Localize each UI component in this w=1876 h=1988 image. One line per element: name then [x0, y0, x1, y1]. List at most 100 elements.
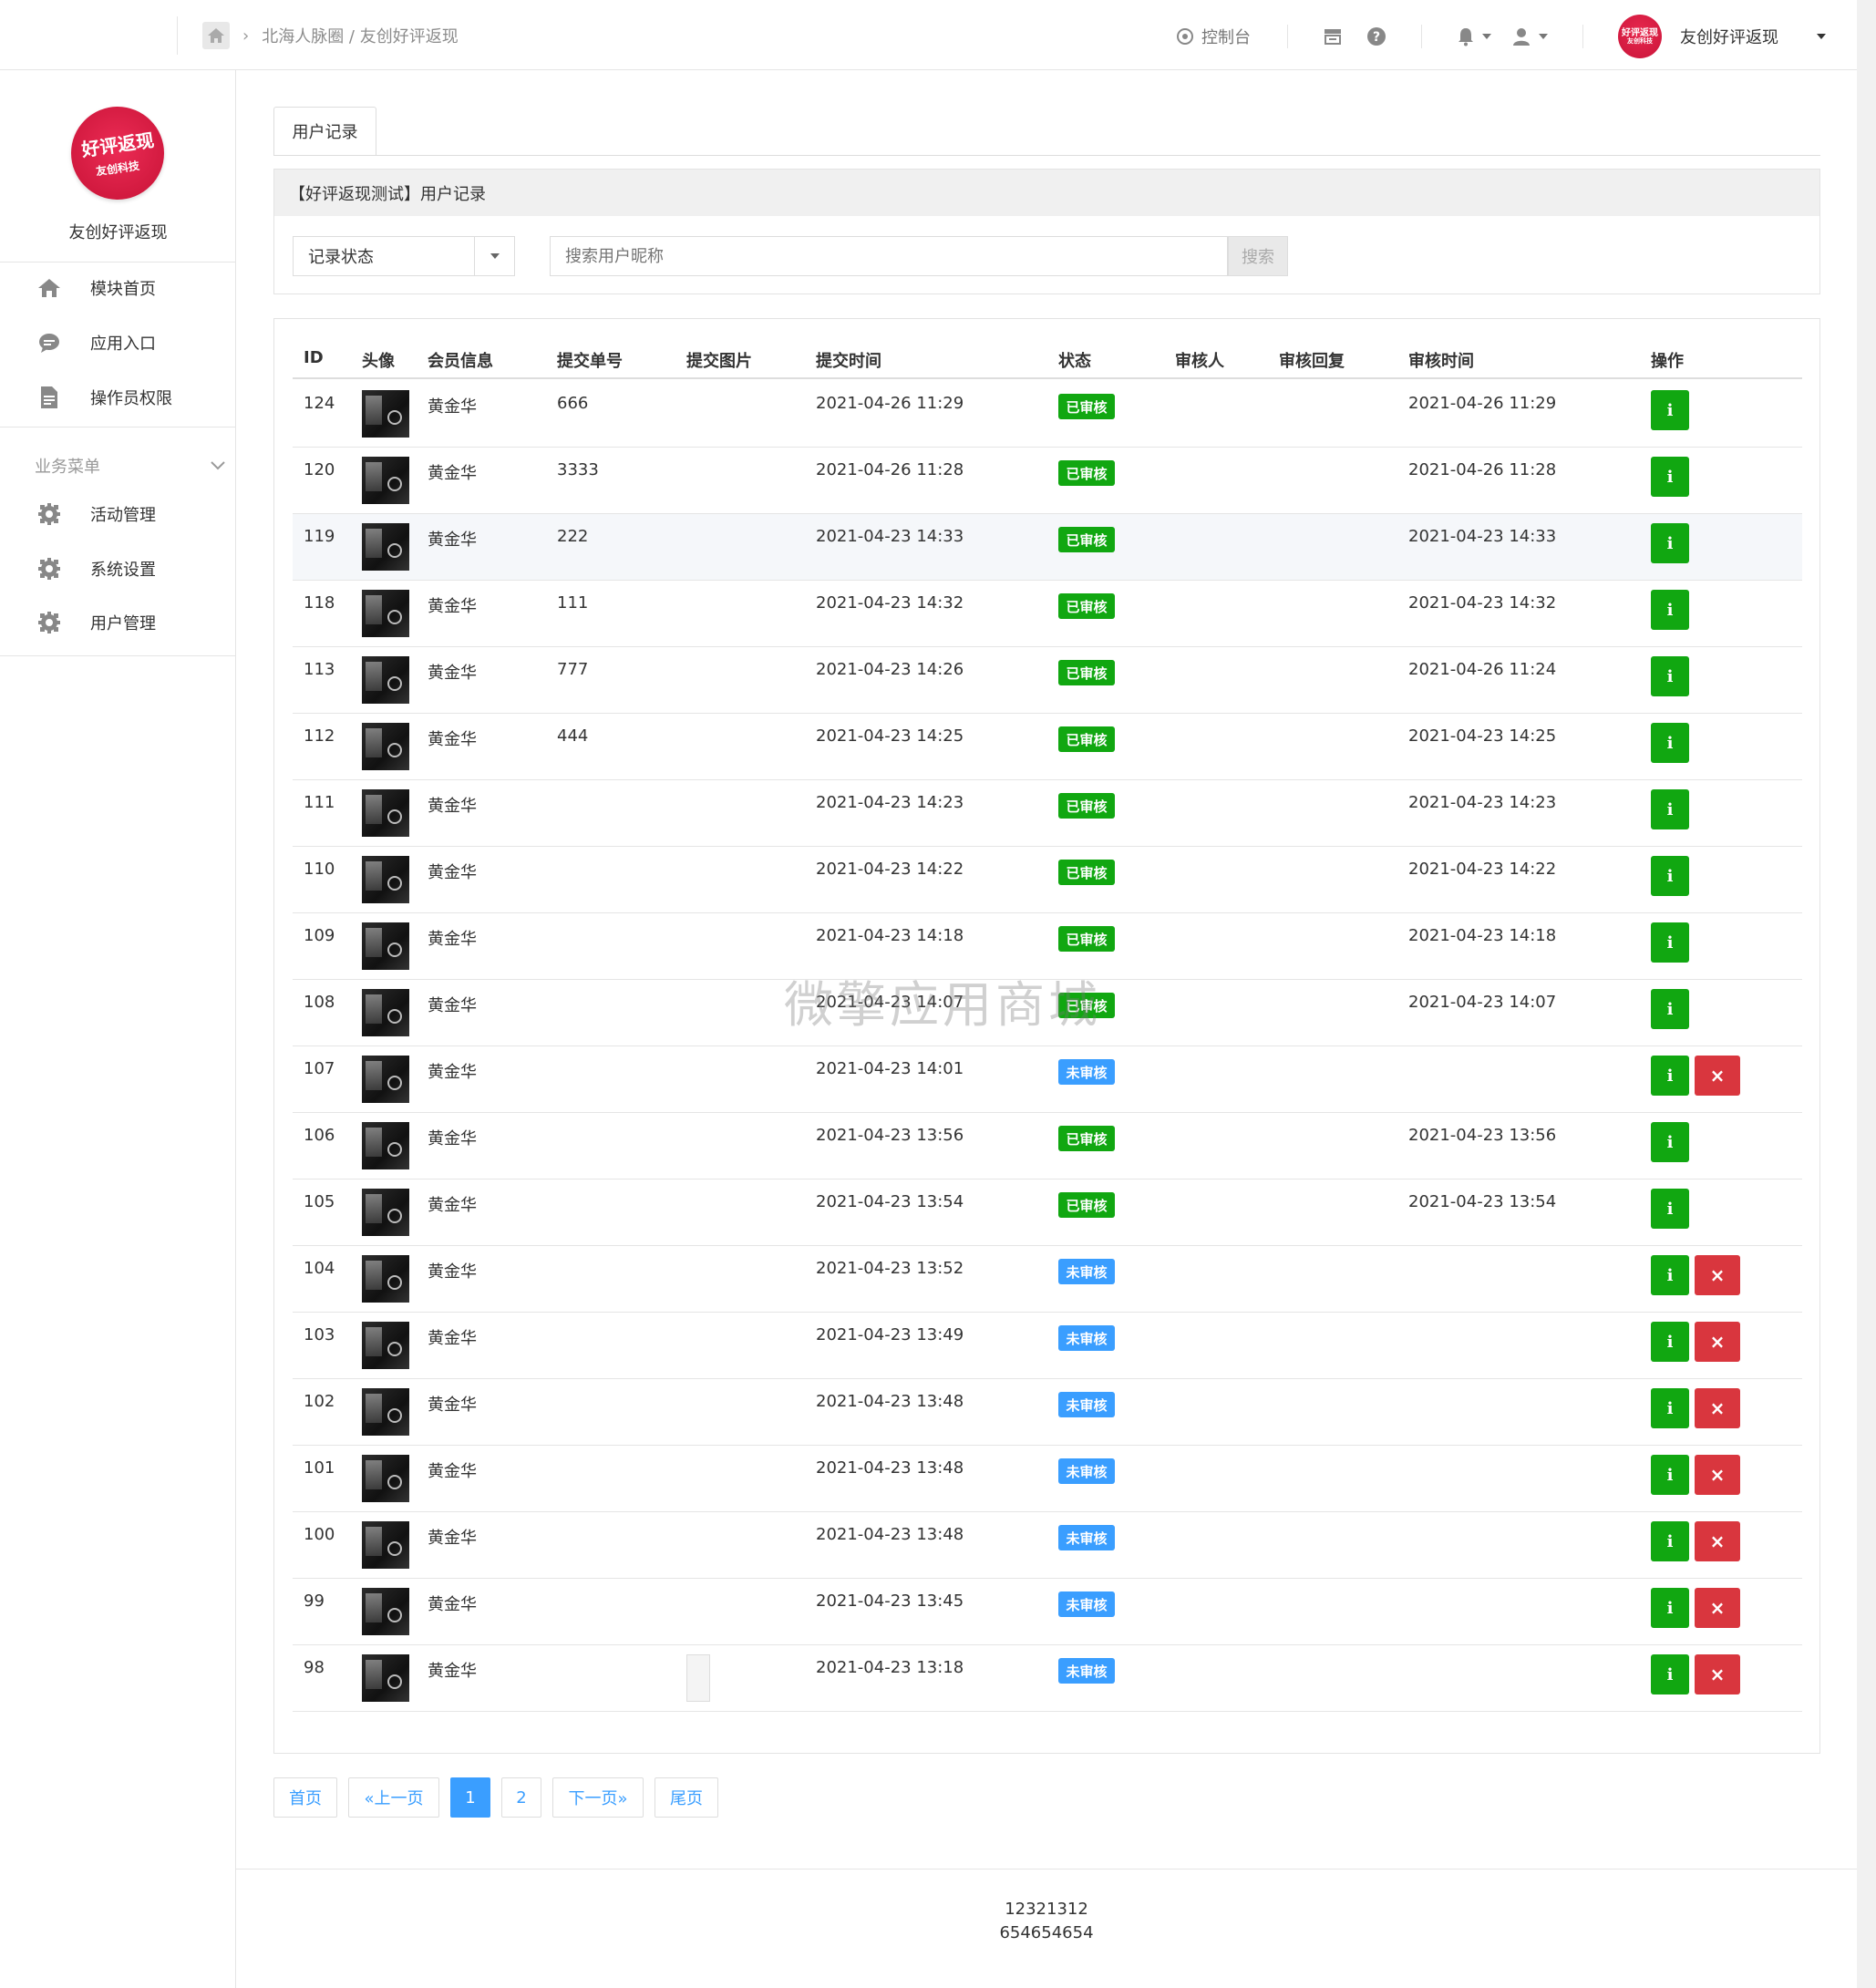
cell-review-time: 2021-04-23 14:07 [1408, 993, 1557, 1012]
tab-user-records[interactable]: 用户记录 [273, 107, 376, 156]
cell-member: 黄金华 [428, 530, 477, 550]
info-button[interactable]: i [1651, 1056, 1689, 1096]
cell-review-time: 2021-04-26 11:28 [1408, 460, 1557, 479]
status-select[interactable]: 记录状态 [293, 236, 515, 276]
delete-button[interactable]: × [1695, 1654, 1740, 1694]
cell-submit-time: 2021-04-26 11:28 [816, 460, 964, 479]
table-row: 106 黄金华 2021-04-23 13:56 已审核 2021-04-23 13:5… [293, 1113, 1802, 1179]
cell-submit-time: 2021-04-23 14:32 [816, 593, 964, 613]
cell-member: 黄金华 [428, 1262, 477, 1282]
caret-down-icon [1482, 34, 1491, 39]
user-icon [1513, 28, 1530, 46]
user-dropdown[interactable] [1511, 18, 1548, 55]
cell-member: 黄金华 [428, 1396, 477, 1415]
app-logo: 好评返现 友创科技 [71, 107, 164, 200]
page-last-button[interactable]: 尾页 [655, 1777, 718, 1818]
sidebar-item-user-management[interactable]: 用户管理 [36, 604, 156, 641]
page-1-button[interactable]: 1 [450, 1777, 490, 1818]
info-button[interactable]: i [1651, 1255, 1689, 1295]
table-row: 119 黄金华 222 2021-04-23 14:33 已审核 2021-04-23 1… [293, 514, 1802, 581]
cell-member: 黄金华 [428, 996, 477, 1015]
cell-review-time: 2021-04-23 14:18 [1408, 926, 1557, 945]
cell-order: 777 [557, 660, 589, 679]
sidebar-item-app-entry[interactable]: 应用入口 [36, 324, 156, 361]
info-button[interactable]: i [1651, 1122, 1689, 1162]
account-dropdown[interactable]: 好评返现 友创科技 友创好评返现 [1618, 15, 1826, 58]
sidebar-item-operator-permissions[interactable]: 操作员权限 [36, 379, 172, 416]
table-row: 104 黄金华 2021-04-23 13:52 未审核 i × [293, 1246, 1802, 1313]
search-button[interactable]: 搜索 [1228, 236, 1288, 276]
info-button[interactable]: i [1651, 922, 1689, 963]
search-input[interactable] [550, 236, 1228, 276]
breadcrumb: › 北海人脉圈 / 友创好评返现 [202, 22, 459, 49]
sidebar-item-module-home[interactable]: 模块首页 [36, 270, 156, 306]
cell-submit-time: 2021-04-23 14:01 [816, 1059, 964, 1078]
info-button[interactable]: i [1651, 1322, 1689, 1362]
gear-icon [36, 610, 62, 635]
info-button[interactable]: i [1651, 457, 1689, 497]
cell-id: 102 [304, 1392, 335, 1411]
sidebar-item-label: 用户管理 [90, 614, 156, 633]
avatar [362, 1455, 409, 1502]
delete-button[interactable]: × [1695, 1056, 1740, 1096]
cell-order: 444 [557, 726, 589, 746]
console-link[interactable]: 控制台 [1176, 18, 1251, 55]
info-button[interactable]: i [1651, 590, 1689, 630]
cell-id: 112 [304, 726, 335, 746]
info-button[interactable]: i [1651, 1189, 1689, 1229]
sidebar-item-system-settings[interactable]: 系统设置 [36, 551, 156, 587]
sidebar-item-activity-management[interactable]: 活动管理 [36, 496, 156, 532]
status-badge: 已审核 [1058, 1126, 1115, 1151]
cell-id: 118 [304, 593, 335, 613]
home-icon[interactable] [202, 22, 230, 49]
info-button[interactable]: i [1651, 1455, 1689, 1495]
header-id: ID [304, 348, 324, 367]
business-menu-group[interactable]: 业务菜单 [35, 448, 226, 484]
sidebar: 好评返现 友创科技 友创好评返现 模块首页 应用入口 操作员权限 业务菜单 活动… [0, 70, 236, 1988]
cell-review-time: 2021-04-26 11:29 [1408, 394, 1557, 413]
delete-button[interactable]: × [1695, 1521, 1740, 1561]
submitted-image[interactable] [686, 1654, 710, 1702]
info-button[interactable]: i [1651, 789, 1689, 829]
delete-button[interactable]: × [1695, 1388, 1740, 1428]
divider [1287, 25, 1288, 48]
logo-line2: 友创科技 [95, 159, 140, 179]
delete-button[interactable]: × [1695, 1322, 1740, 1362]
cell-submit-time: 2021-04-23 14:33 [816, 527, 964, 546]
status-badge: 已审核 [1058, 593, 1115, 619]
info-button[interactable]: i [1651, 1388, 1689, 1428]
page-prev-button[interactable]: «上一页 [348, 1777, 439, 1818]
header-avatar: 头像 [362, 352, 395, 371]
info-button[interactable]: i [1651, 723, 1689, 763]
cell-id: 98 [304, 1658, 325, 1677]
avatar [362, 457, 409, 504]
info-button[interactable]: i [1651, 1521, 1689, 1561]
info-button[interactable]: i [1651, 656, 1689, 696]
status-badge: 未审核 [1058, 1259, 1115, 1284]
status-badge: 已审核 [1058, 394, 1115, 419]
info-button[interactable]: i [1651, 989, 1689, 1029]
info-button[interactable]: i [1651, 1588, 1689, 1628]
info-button[interactable]: i [1651, 1654, 1689, 1694]
caret-down-icon [1817, 34, 1826, 39]
info-button[interactable]: i [1651, 523, 1689, 563]
info-button[interactable]: i [1651, 390, 1689, 430]
scrollbar[interactable] [1857, 0, 1876, 1988]
document-icon [36, 385, 62, 410]
delete-button[interactable]: × [1695, 1588, 1740, 1628]
page-2-button[interactable]: 2 [501, 1777, 541, 1818]
cell-id: 105 [304, 1192, 335, 1211]
avatar [362, 523, 409, 571]
delete-button[interactable]: × [1695, 1455, 1740, 1495]
store-button[interactable] [1323, 18, 1343, 55]
help-button[interactable]: ? [1366, 18, 1386, 55]
notifications-dropdown[interactable] [1457, 18, 1491, 55]
delete-button[interactable]: × [1695, 1255, 1740, 1295]
cell-submit-time: 2021-04-23 13:56 [816, 1126, 964, 1145]
info-button[interactable]: i [1651, 856, 1689, 896]
avatar [362, 1588, 409, 1635]
page-next-button[interactable]: 下一页» [552, 1777, 644, 1818]
breadcrumb-path[interactable]: 北海人脉圈 / 友创好评返现 [262, 24, 459, 47]
bell-icon [1459, 28, 1473, 46]
page-first-button[interactable]: 首页 [273, 1777, 337, 1818]
